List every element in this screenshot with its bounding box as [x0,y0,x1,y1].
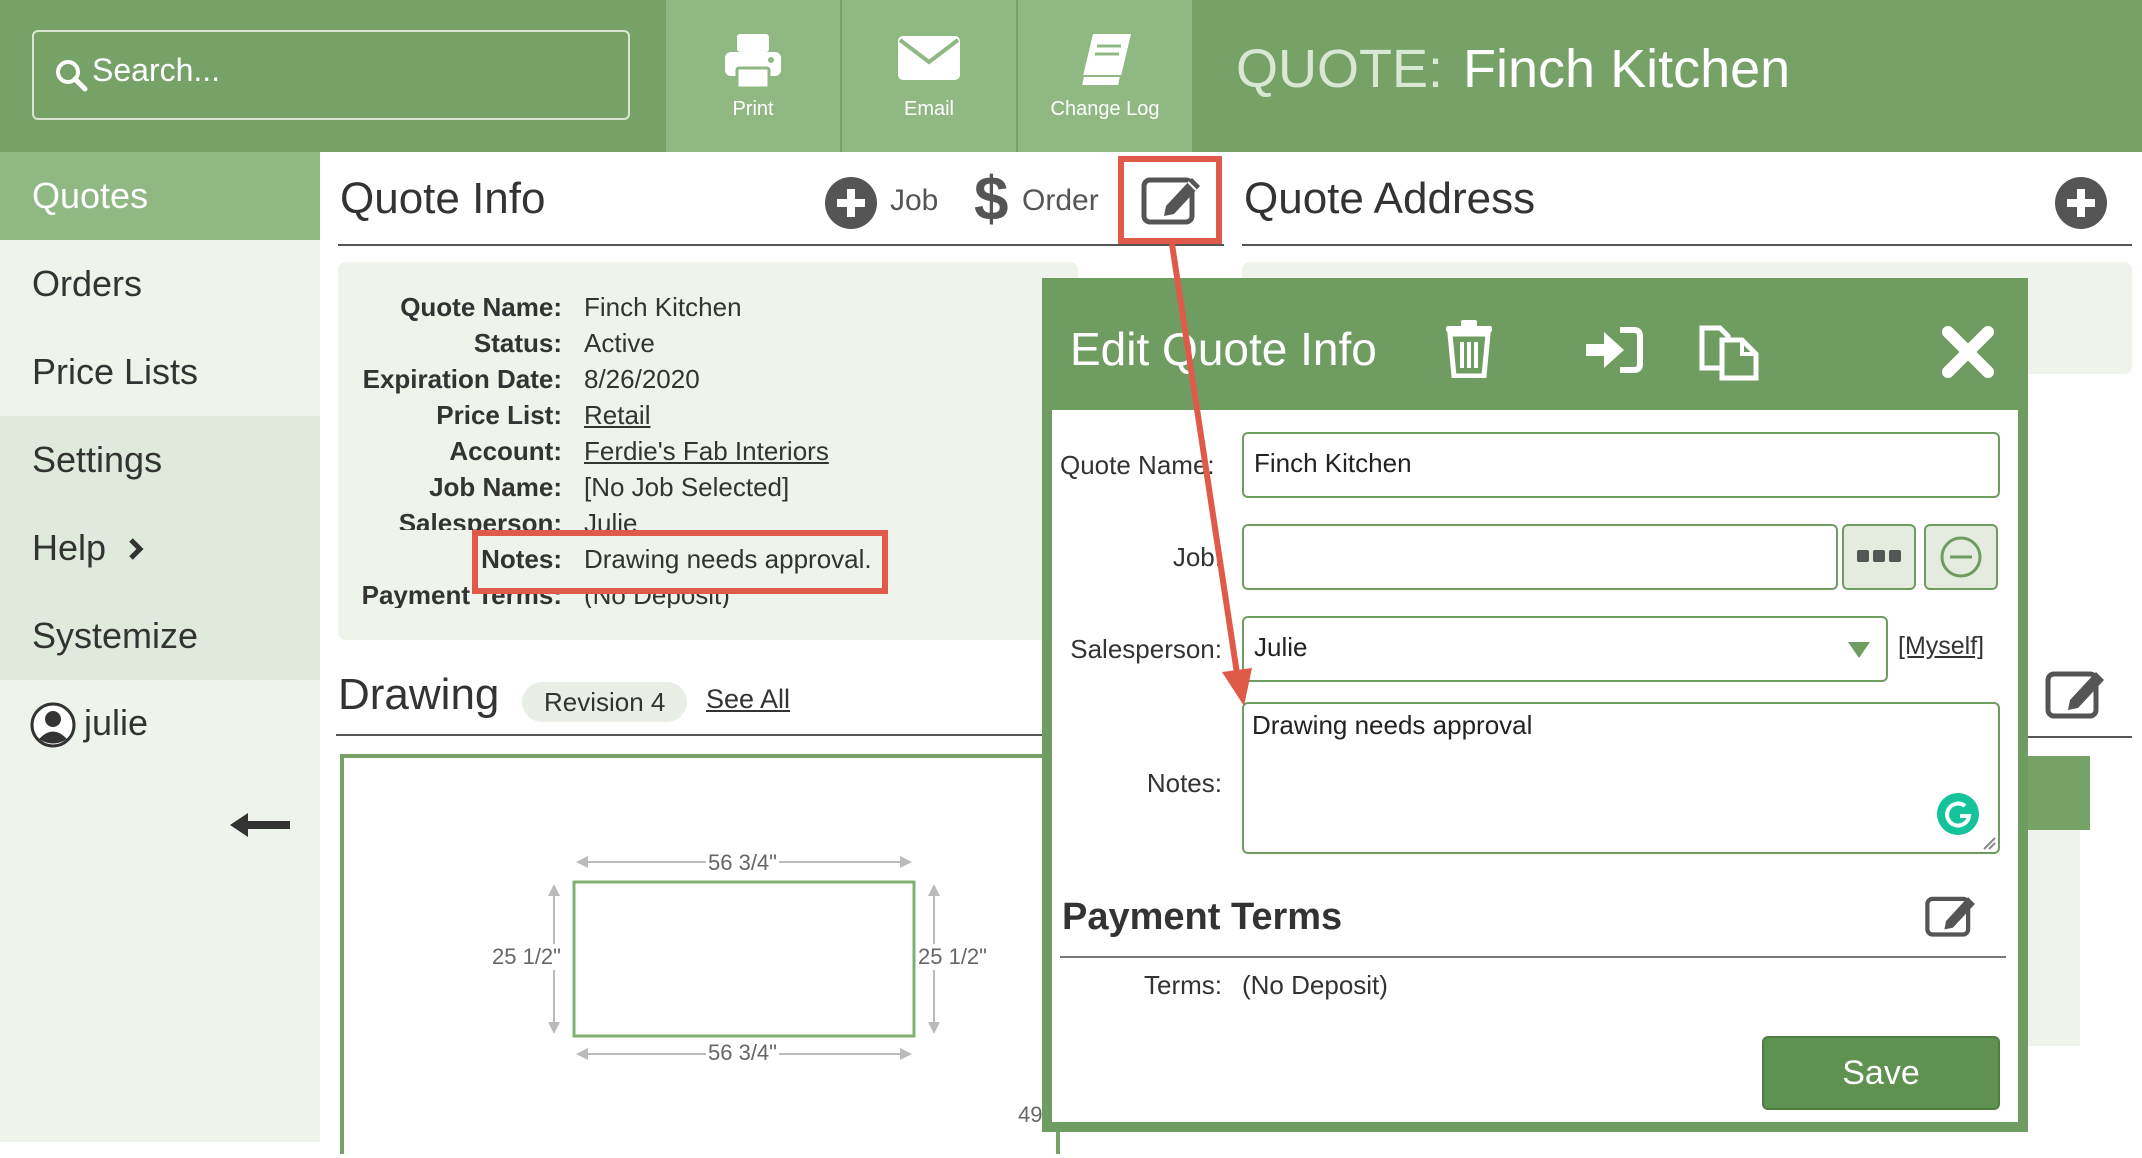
add-job-label[interactable]: Job [890,184,938,218]
job-browse-button[interactable] [1842,524,1916,590]
drawing-canvas: 56 3/4" 56 3/4" 25 1/2" 25 1/2" 49 [340,754,1060,1154]
change-log-button[interactable]: Change Log [1018,0,1192,152]
dialog-title: Edit Quote Info [1070,323,1377,375]
payment-terms-heading: Payment Terms [1062,896,1343,938]
help-label: Help [32,527,107,568]
dimension-top: 56 3/4" [706,850,779,876]
expiration-date-label: Expiration Date: [362,364,562,394]
sidebar-item-systemize[interactable]: Systemize [0,592,320,680]
quote-name-label: Quote Name: [400,292,562,322]
email-button[interactable]: Email [842,0,1016,152]
terms-value: (No Deposit) [1242,970,1388,1000]
dialog-quote-name-label: Quote Name: [1060,450,1215,480]
salesperson-value: Julie [584,508,638,530]
notes-value: Drawing needs approval. [584,544,872,574]
chevron-down-icon [1848,642,1870,658]
drawing-heading: Drawing [338,670,500,719]
status-label: Status: [473,328,562,358]
user-avatar-icon [30,702,76,748]
see-all-link[interactable]: See All [706,684,790,715]
status-value: Active [584,328,655,358]
arrow-left-icon[interactable] [228,810,292,840]
revision-badge: Revision 4 [522,682,688,722]
minus-circle-icon [1940,536,1982,578]
dimension-right: 25 1/2" [918,944,987,970]
add-address-icon[interactable] [2054,176,2108,230]
partial-panel [2020,830,2080,1046]
job-field[interactable] [1242,524,1838,590]
title-prefix: QUOTE: [1236,39,1444,99]
edit-icon[interactable] [2044,664,2110,722]
price-list-link[interactable]: Retail [584,400,650,431]
page-title: QUOTE: Finch Kitchen [1236,38,1790,100]
save-button[interactable]: Save [1762,1036,2000,1110]
search-icon [56,60,88,92]
price-list-label: Price List: [436,400,562,430]
envelope-icon [898,36,960,80]
expiration-date-value: 8/26/2020 [584,364,700,394]
notes-label: Notes: [481,544,562,574]
salesperson-label: Salesperson: [398,508,562,530]
ellipsis-icon [1857,550,1901,562]
sign-in-icon[interactable] [1584,326,1644,374]
quote-name-field[interactable]: Finch Kitchen [1242,432,2000,498]
grammarly-icon[interactable] [1936,792,1980,836]
job-name-value: [No Job Selected] [584,472,790,502]
create-order-label[interactable]: Order [1022,184,1099,218]
edit-payment-terms-icon[interactable] [1924,890,1980,940]
print-button[interactable]: Print [666,0,840,152]
copy-icon[interactable] [1698,318,1764,382]
user-name: julie [84,702,149,743]
notes-textarea-value: Drawing needs approval [1252,710,1533,740]
section-divider [2020,736,2132,738]
sidebar-item-orders[interactable]: Orders [0,240,320,328]
dimension-left: 25 1/2" [492,944,561,970]
dialog-job-label: Job: [1172,542,1222,572]
change-log-label: Change Log [1050,98,1160,120]
payment-terms-divider [1060,956,2006,958]
chevron-right-icon [129,538,144,560]
quote-address-divider [1242,244,2132,246]
quote-info-divider [338,244,1224,246]
terms-label: Terms: [1144,970,1222,1000]
resize-handle-icon[interactable] [1980,834,1996,850]
quote-info-heading: Quote Info [340,174,546,223]
quote-address-heading: Quote Address [1244,174,1536,223]
print-label: Print [732,98,774,120]
dimension-partial: 49 [1018,1102,1043,1127]
notes-textarea[interactable]: Drawing needs approval [1242,702,2000,854]
partial-green-block [2020,756,2090,830]
salesperson-select[interactable]: Julie [1242,616,1888,682]
add-job-icon[interactable] [824,176,878,230]
sidebar-item-help[interactable]: Help [0,504,320,592]
drawing-divider [336,734,1056,736]
dimension-bottom: 56 3/4" [706,1040,779,1066]
trash-icon[interactable] [1444,318,1494,378]
dialog-notes-label: Notes: [1146,768,1222,798]
edit-quote-info-icon[interactable] [1140,170,1206,228]
quote-name-value: Finch Kitchen [584,292,742,322]
printer-icon [725,34,781,90]
dialog-salesperson-label: Salesperson: [1070,634,1222,664]
search-input[interactable]: Search... [32,30,630,120]
account-link[interactable]: Ferdie's Fab Interiors [584,436,829,467]
job-clear-button[interactable] [1924,524,1998,590]
dollar-icon[interactable]: $ [974,164,1008,235]
close-icon[interactable] [1940,324,1996,380]
book-icon [1079,34,1131,87]
quote-name-field-value: Finch Kitchen [1254,448,1412,478]
job-name-label: Job Name: [429,472,562,502]
account-label: Account: [449,436,562,466]
sidebar-item-price-lists[interactable]: Price Lists [0,328,320,416]
salesperson-select-value: Julie [1254,632,1308,662]
search-placeholder: Search... [92,52,221,88]
email-label: Email [903,98,954,120]
sidebar-item-quotes[interactable]: Quotes [0,152,320,240]
quote-title: Finch Kitchen [1463,39,1791,99]
myself-link[interactable]: [Myself] [1898,632,1984,661]
sidebar-item-settings[interactable]: Settings [0,416,320,504]
